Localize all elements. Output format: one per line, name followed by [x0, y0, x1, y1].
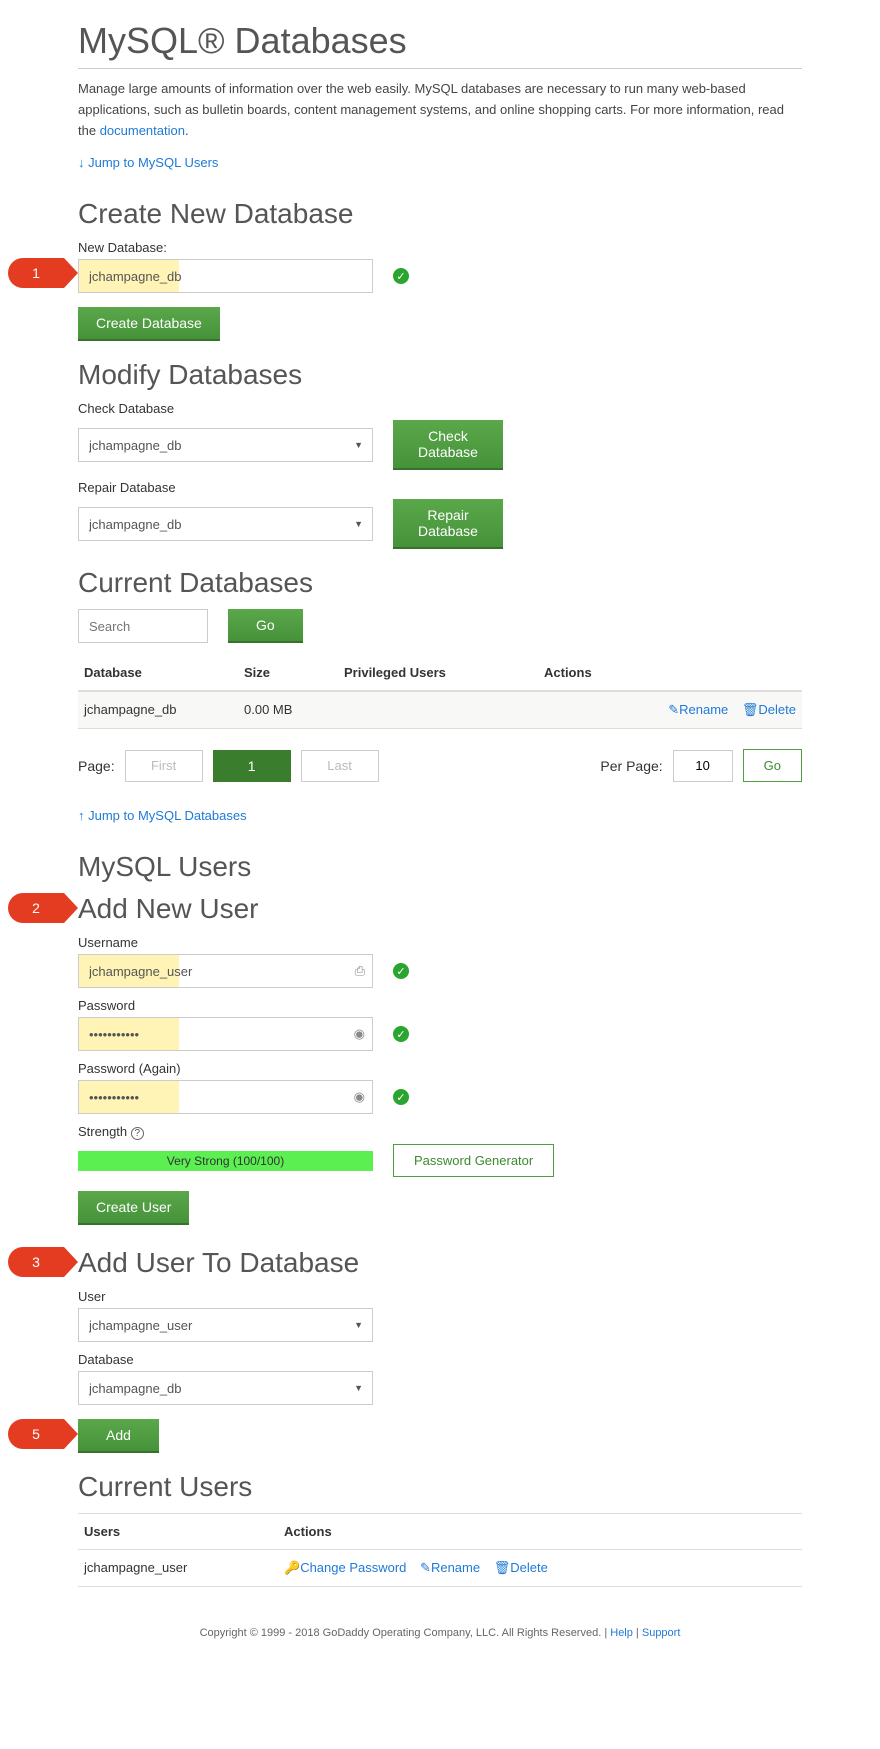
repair-database-button[interactable]: Repair Database — [393, 499, 503, 549]
page-label: Page: — [78, 758, 115, 774]
check-db-label: Check Database — [78, 401, 802, 416]
add-user-to-db-heading: Add User To Database — [78, 1247, 802, 1279]
db-select[interactable]: jchampagne_db — [78, 1371, 373, 1405]
documentation-link[interactable]: documentation — [100, 123, 185, 138]
valid-icon: ✓ — [393, 268, 409, 284]
help-link[interactable]: Help — [610, 1627, 633, 1639]
new-db-input[interactable] — [78, 259, 373, 293]
add-user-heading: Add New User — [78, 893, 802, 925]
add-button[interactable]: Add — [78, 1419, 159, 1453]
page-footer: Copyright © 1999 - 2018 GoDaddy Operatin… — [78, 1627, 802, 1639]
db-table-header: Database Size Privileged Users Actions — [78, 655, 802, 691]
rename-db-link[interactable]: ✎Rename — [668, 702, 728, 717]
change-password-link[interactable]: 🔑Change Password — [284, 1560, 406, 1575]
delete-db-link[interactable]: 🗑Delete — [742, 702, 796, 717]
password2-label: Password (Again) — [78, 1061, 802, 1076]
intro-text: Manage large amounts of information over… — [78, 79, 802, 141]
mysql-users-heading: MySQL Users — [78, 851, 802, 883]
users-table-row: jchampagne_user 🔑Change Password ✎Rename… — [78, 1550, 802, 1587]
password-label: Password — [78, 998, 802, 1013]
db-table-row: jchampagne_db 0.00 MB ✎Rename 🗑Delete — [78, 691, 802, 728]
valid-icon: ✓ — [393, 1089, 409, 1105]
check-database-button[interactable]: Check Database — [393, 420, 503, 470]
callout-1: 1 — [8, 258, 64, 288]
current-users-heading: Current Users — [78, 1471, 802, 1503]
support-link[interactable]: Support — [642, 1627, 681, 1639]
jump-to-dbs-link[interactable]: ↑ Jump to MySQL Databases — [78, 808, 247, 823]
pager-current: 1 — [213, 750, 291, 782]
username-input[interactable] — [78, 954, 373, 988]
users-table-header: Users Actions — [78, 1513, 802, 1550]
db-select-label: Database — [78, 1352, 802, 1367]
contact-card-icon: ⎙ — [355, 963, 365, 979]
modify-db-heading: Modify Databases — [78, 359, 802, 391]
per-page-go-button[interactable]: Go — [743, 749, 802, 782]
create-database-button[interactable]: Create Database — [78, 307, 220, 341]
username-label: Username — [78, 935, 802, 950]
user-select-label: User — [78, 1289, 802, 1304]
strength-bar: Very Strong (100/100) — [78, 1151, 373, 1171]
current-db-heading: Current Databases — [78, 567, 802, 599]
delete-user-link[interactable]: 🗑Delete — [494, 1560, 548, 1575]
reveal-icon[interactable]: ◉ — [354, 1089, 365, 1105]
password-input[interactable] — [78, 1017, 373, 1051]
rename-user-link[interactable]: ✎Rename — [420, 1560, 480, 1575]
callout-5: 5 — [8, 1419, 64, 1449]
per-page-label: Per Page: — [600, 758, 662, 774]
callout-3: 3 — [8, 1247, 64, 1277]
create-db-heading: Create New Database — [78, 198, 802, 230]
valid-icon: ✓ — [393, 963, 409, 979]
pager-last-button[interactable]: Last — [301, 750, 379, 782]
user-select[interactable]: jchampagne_user — [78, 1308, 373, 1342]
create-user-button[interactable]: Create User — [78, 1191, 189, 1225]
strength-label: Strength ? — [78, 1124, 802, 1140]
check-db-select[interactable]: jchampagne_db — [78, 428, 373, 462]
repair-db-select[interactable]: jchampagne_db — [78, 507, 373, 541]
password2-input[interactable] — [78, 1080, 373, 1114]
jump-to-users-link[interactable]: ↓ Jump to MySQL Users — [78, 155, 218, 170]
callout-2: 2 — [8, 893, 64, 923]
per-page-input[interactable] — [673, 750, 733, 782]
new-db-label: New Database: — [78, 240, 802, 255]
password-generator-button[interactable]: Password Generator — [393, 1144, 554, 1177]
db-search-input[interactable] — [78, 609, 208, 643]
repair-db-label: Repair Database — [78, 480, 802, 495]
reveal-icon[interactable]: ◉ — [354, 1026, 365, 1042]
help-icon[interactable]: ? — [131, 1127, 144, 1140]
page-title: MySQL® Databases — [78, 20, 802, 69]
db-search-go-button[interactable]: Go — [228, 609, 303, 643]
valid-icon: ✓ — [393, 1026, 409, 1042]
pager-first-button[interactable]: First — [125, 750, 203, 782]
